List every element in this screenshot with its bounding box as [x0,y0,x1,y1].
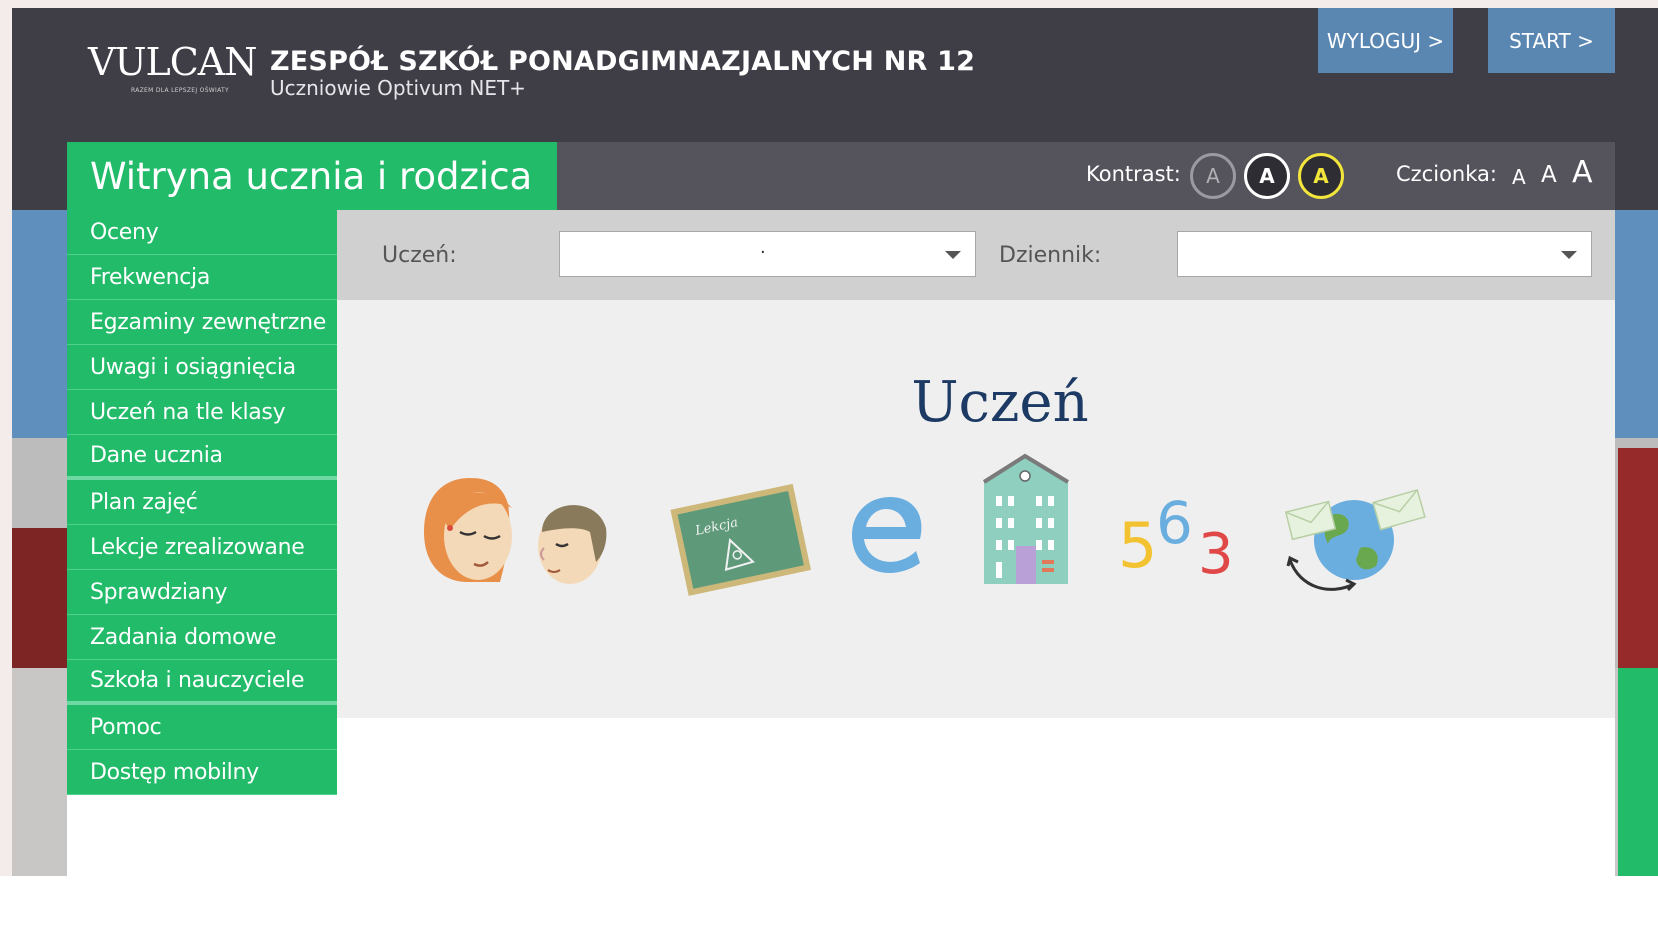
number-3: 3 [1198,522,1234,585]
sidebar-item-pomoc[interactable]: Pomoc [67,705,337,750]
font-large-button[interactable]: A [1572,155,1593,190]
sidebar-item-egzaminy[interactable]: Egzaminy zewnętrzne [67,300,337,345]
font-size-label: Czcionka: [1396,162,1497,186]
student-label: Uczeń: [382,243,457,268]
student-select[interactable]: · [559,231,976,277]
sidebar-item-zadania-domowe[interactable]: Zadania domowe [67,615,337,660]
site-title: Witryna ucznia i rodzica [67,142,557,210]
sidebar-item-uczen-na-tle-klasy[interactable]: Uczeń na tle klasy [67,390,337,435]
logout-button[interactable]: WYLOGUJ > [1318,8,1453,73]
contrast-label: Kontrast: [1086,162,1181,186]
contrast-yellow-button[interactable]: A [1298,153,1344,199]
number-6: 6 [1156,489,1193,557]
journal-select[interactable] [1177,231,1592,277]
e-letter-illustration[interactable] [850,495,930,575]
sidebar-item-plan-zajec[interactable]: Plan zajęć [67,480,337,525]
sidebar-item-uwagi[interactable]: Uwagi i osiągnięcia [67,345,337,390]
sidebar-item-dostep-mobilny[interactable]: Dostęp mobilny [67,750,337,795]
sidebar-item-frekwencja[interactable]: Frekwencja [67,255,337,300]
chevron-down-icon [1561,251,1577,259]
start-button[interactable]: START > [1488,8,1615,73]
chalkboard-illustration[interactable]: Lekcja [668,478,813,600]
chevron-down-icon [945,251,961,259]
school-name: ZESPÓŁ SZKÓŁ PONADGIMNAZJALNYCH NR 12 [270,46,976,77]
journal-label: Dziennik: [999,243,1102,268]
numbers-illustration[interactable]: 5 6 3 [1116,485,1246,585]
sidebar-item-dane-ucznia[interactable]: Dane ucznia [67,435,337,480]
sidebar-menu: Oceny Frekwencja Egzaminy zewnętrzne Uwa… [67,210,337,795]
contrast-high-button[interactable]: A [1244,153,1290,199]
panel-title: Uczeń [911,370,1089,435]
number-5: 5 [1118,509,1157,582]
sidebar-item-szkola[interactable]: Szkoła i nauczyciele [67,660,337,705]
font-small-button[interactable]: A [1512,165,1526,189]
contrast-normal-button[interactable]: A [1190,153,1236,199]
school-building-illustration[interactable] [978,452,1073,588]
vulcan-logo[interactable]: VULCAN [88,40,257,84]
school-subtitle: Uczniowie Optivum NET+ [270,76,526,100]
sidebar-item-oceny[interactable]: Oceny [67,210,337,255]
font-medium-button[interactable]: A [1541,162,1557,188]
globe-mail-illustration[interactable] [1282,488,1432,600]
student-select-value: · [760,242,766,263]
sidebar-item-lekcje[interactable]: Lekcje zrealizowane [67,525,337,570]
logo-tagline: RAZEM DLA LEPSZEJ OŚWIATY [131,87,229,94]
sidebar-item-sprawdziany[interactable]: Sprawdziany [67,570,337,615]
people-illustration[interactable] [420,470,630,595]
